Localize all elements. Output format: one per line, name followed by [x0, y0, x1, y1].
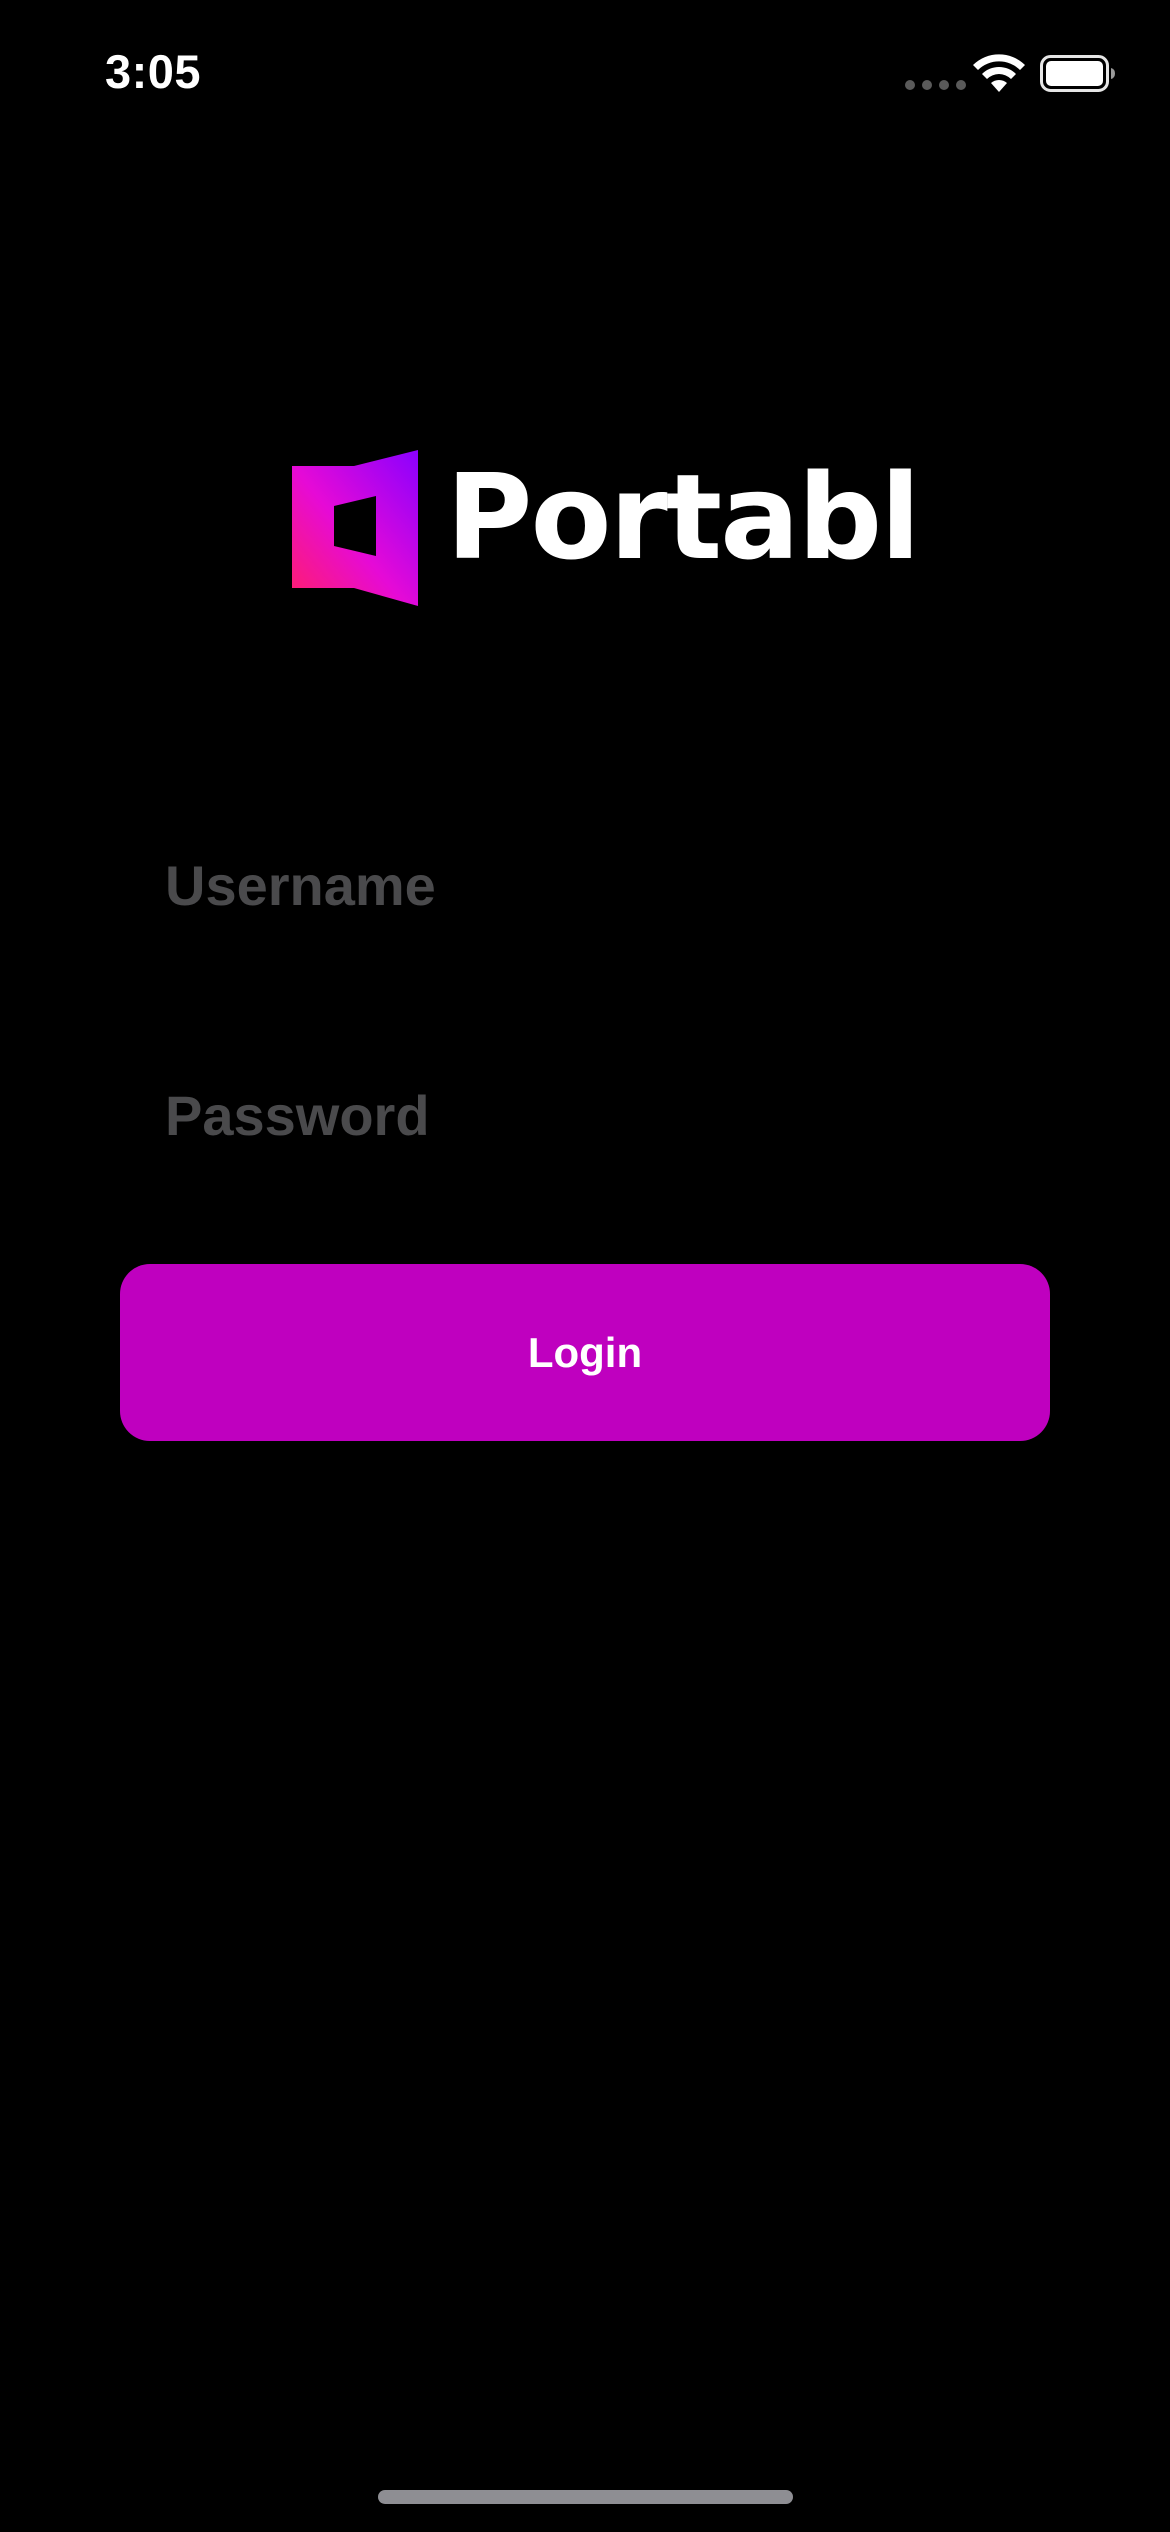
status-time: 3:05 [105, 45, 202, 98]
username-input[interactable] [165, 840, 1045, 930]
portabl-logo-icon [292, 450, 418, 606]
battery-icon [1040, 55, 1115, 92]
home-indicator[interactable] [378, 2490, 793, 2504]
logo-wordmark: Portabl [446, 448, 921, 586]
wifi-icon [973, 54, 1025, 92]
brand-logo: Portabl [290, 448, 921, 608]
password-input[interactable] [165, 1070, 1045, 1160]
status-bar: 3:05 [0, 0, 1170, 140]
login-button[interactable]: Login [120, 1264, 1050, 1441]
login-button-label: Login [527, 1328, 643, 1376]
signal-dots-icon [905, 80, 966, 90]
